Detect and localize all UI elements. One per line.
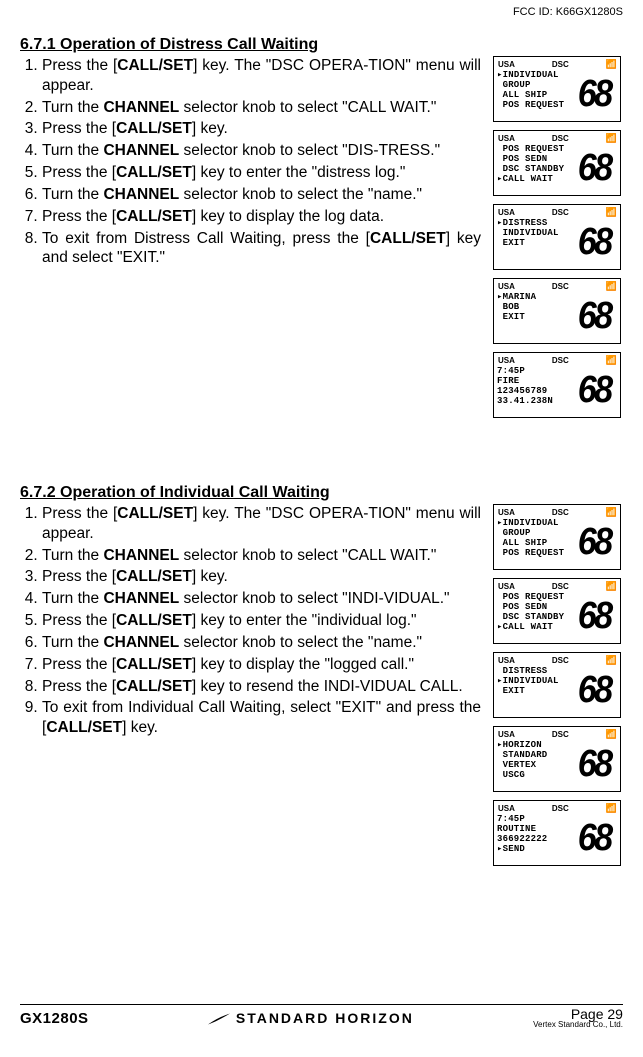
step: Press the [CALL/SET] key. <box>42 119 483 139</box>
step: To exit from Distress Call Waiting, pres… <box>42 229 483 269</box>
lcd-dsc: DSC <box>552 60 569 69</box>
page-number: Page 29 <box>533 1007 623 1021</box>
step: Press the [CALL/SET] key to resend the I… <box>42 677 483 697</box>
steps-list-1: Press the [CALL/SET] key. The "DSC OPERA… <box>20 56 483 268</box>
signal-icon: 📶 <box>606 655 616 666</box>
wing-icon <box>208 1012 230 1024</box>
step: Press the [CALL/SET] key. The "DSC OPERA… <box>42 56 483 96</box>
lcd-screen: USADSC📶 ▸MARINA BOB EXIT68 <box>493 278 621 344</box>
fcc-id: FCC ID: K66GX1280S <box>513 6 623 18</box>
signal-icon: 📶 <box>606 581 616 592</box>
step: Press the [CALL/SET] key to enter the "d… <box>42 163 483 183</box>
lcd-menu: ▸INDIVIDUAL GROUP ALL SHIP POS REQUEST <box>494 70 570 118</box>
signal-icon: 📶 <box>606 133 616 144</box>
step: Press the [CALL/SET] key. <box>42 567 483 587</box>
step: Turn the CHANNEL selector knob to select… <box>42 98 483 118</box>
lcd-screen: USADSC📶 ▸DISTRESS INDIVIDUAL EXIT68 <box>493 204 621 270</box>
step: Turn the CHANNEL selector knob to select… <box>42 185 483 205</box>
signal-icon: 📶 <box>606 281 616 292</box>
step: Turn the CHANNEL selector knob to select… <box>42 546 483 566</box>
lcd-screen: USADSC📶 7:45P FIRE 123456789 33.41.238N6… <box>493 352 621 418</box>
brand-logo: STANDARD HORIZON <box>208 1010 414 1026</box>
lcd-channel: 68 <box>573 70 618 118</box>
brand-name: STANDARD HORIZON <box>236 1010 414 1026</box>
lcd-screen: USADSC📶 ▸HORIZON STANDARD VERTEX USCG68 <box>493 726 621 792</box>
lcd-screen: USADSC📶 ▸INDIVIDUAL GROUP ALL SHIP POS R… <box>493 504 621 570</box>
steps-list-2: Press the [CALL/SET] key. The "DSC OPERA… <box>20 504 483 738</box>
step: Turn the CHANNEL selector knob to select… <box>42 589 483 609</box>
lcd-usa: USA <box>498 60 515 69</box>
step: Press the [CALL/SET] key. The "DSC OPERA… <box>42 504 483 544</box>
model-label: GX1280S <box>20 1010 89 1027</box>
signal-icon: 📶 <box>606 207 616 218</box>
signal-icon: 📶 <box>606 729 616 740</box>
step: To exit from Individual Call Waiting, se… <box>42 698 483 738</box>
section-heading-1: 6.7.1 Operation of Distress Call Waiting <box>20 36 623 54</box>
step: Press the [CALL/SET] key to display the … <box>42 207 483 227</box>
step: Turn the CHANNEL selector knob to select… <box>42 141 483 161</box>
section-heading-2: 6.7.2 Operation of Individual Call Waiti… <box>20 484 623 502</box>
lcd-screen: USADSC📶 7:45P ROUTINE 366922222 ▸SEND68 <box>493 800 621 866</box>
lcd-screen: USADSC📶 DISTRESS ▸INDIVIDUAL EXIT68 <box>493 652 621 718</box>
lcd-screen: USA DSC 📶 ▸INDIVIDUAL GROUP ALL SHIP POS R… <box>493 56 621 122</box>
step: Press the [CALL/SET] key to display the … <box>42 655 483 675</box>
signal-icon: 📶 <box>606 507 616 518</box>
company-name: Vertex Standard Co., Ltd. <box>533 1021 623 1029</box>
signal-icon: 📶 <box>606 803 616 814</box>
lcd-screen: USADSC📶 POS REQUEST POS SEDN DSC STANDBY… <box>493 578 621 644</box>
signal-icon: 📶 <box>606 59 616 70</box>
step: Turn the CHANNEL selector knob to select… <box>42 633 483 653</box>
signal-icon: 📶 <box>606 355 616 366</box>
page-footer: GX1280S STANDARD HORIZON Page 29 Vertex … <box>20 1004 623 1029</box>
step: Press the [CALL/SET] key to enter the "i… <box>42 611 483 631</box>
lcd-screen: USADSC📶 POS REQUEST POS SEDN DSC STANDBY… <box>493 130 621 196</box>
